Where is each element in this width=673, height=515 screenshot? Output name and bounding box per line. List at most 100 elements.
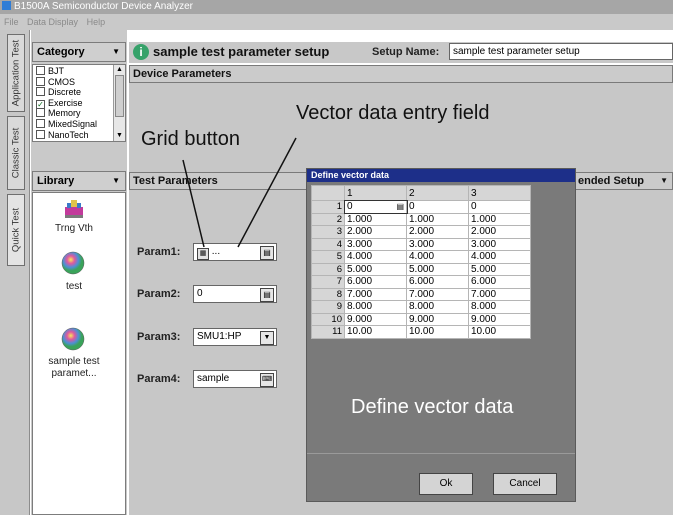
column-header[interactable]: 2 <box>406 185 469 201</box>
grid-row: 1 0 ▤ 0 0 <box>311 199 531 214</box>
grid-cell[interactable]: 2.000 <box>406 225 469 239</box>
row-number: 11 <box>311 325 345 339</box>
grid-cell[interactable]: 3.000 <box>468 237 531 251</box>
define-vector-dialog: Define vector data 1 2 3 1 0 ▤ 0 0 2 1.000 1.00… <box>306 168 576 502</box>
grid-row: 5 4.000 4.000 4.000 <box>311 250 531 264</box>
grid-cell[interactable]: 10.00 <box>406 325 469 339</box>
grid-cell-value: 5.000 <box>471 263 497 275</box>
grid-cell-value: 9.000 <box>409 313 435 325</box>
grid-cell-value: 8.000 <box>409 301 435 313</box>
grid-cell[interactable]: 9.000 <box>468 312 531 326</box>
row-number: 4 <box>311 237 345 251</box>
grid-cell[interactable]: 6.000 <box>406 275 469 289</box>
row-number: 7 <box>311 275 345 289</box>
row-number: 2 <box>311 212 345 226</box>
calculator-icon[interactable]: ▤ <box>396 201 404 212</box>
grid-cell-value: 4.000 <box>347 251 373 263</box>
grid-cell[interactable]: 5.000 <box>344 262 407 276</box>
grid-cell[interactable]: 1.000 <box>406 212 469 226</box>
row-number: 9 <box>311 300 345 314</box>
row-number: 5 <box>311 250 345 264</box>
grid-cell[interactable]: 5.000 <box>468 262 531 276</box>
grid-cell[interactable]: 2.000 <box>468 225 531 239</box>
grid-cell-value: 5.000 <box>347 263 373 275</box>
grid-cell[interactable]: 10.00 <box>344 325 407 339</box>
grid-cell-value: 7.000 <box>471 288 497 300</box>
dialog-title-bar: Define vector data <box>307 169 575 182</box>
grid-cell[interactable]: 1.000 <box>468 212 531 226</box>
grid-cell-value: 4.000 <box>471 251 497 263</box>
row-number: 8 <box>311 287 345 301</box>
grid-cell[interactable]: 0 ▤ <box>343 199 408 214</box>
grid-cell[interactable]: 3.000 <box>406 237 469 251</box>
grid-cell-value: 3.000 <box>409 238 435 250</box>
grid-cell-value: 1.000 <box>409 213 435 225</box>
grid-cell-value: 0 <box>347 201 353 213</box>
grid-cell-value: 5.000 <box>409 263 435 275</box>
grid-cell[interactable]: 4.000 <box>406 250 469 264</box>
row-number: 10 <box>311 312 345 326</box>
grid-cell[interactable]: 10.00 <box>468 325 531 339</box>
grid-row: 6 5.000 5.000 5.000 <box>311 262 531 276</box>
grid-cell-value: 10.00 <box>471 326 497 338</box>
grid-cell-value: 6.000 <box>471 276 497 288</box>
row-number: 3 <box>311 225 345 239</box>
grid-cell[interactable]: 2.000 <box>344 225 407 239</box>
grid-cell-value: 8.000 <box>471 301 497 313</box>
grid-cell-value: 4.000 <box>409 251 435 263</box>
grid-cell-value: 2.000 <box>409 226 435 238</box>
callout-define-vector-data: Define vector data <box>351 396 514 418</box>
grid-cell[interactable]: 8.000 <box>406 300 469 314</box>
grid-cell-value: 0 <box>471 201 477 213</box>
grid-cell-value: 9.000 <box>347 313 373 325</box>
grid-cell[interactable]: 0 <box>468 200 531 214</box>
grid-cell[interactable]: 7.000 <box>344 287 407 301</box>
grid-row: 7 6.000 6.000 6.000 <box>311 275 531 289</box>
grid-cell[interactable]: 4.000 <box>468 250 531 264</box>
grid-cell[interactable]: 1.000 <box>344 212 407 226</box>
grid-cell-value: 6.000 <box>347 276 373 288</box>
grid-cell-value: 2.000 <box>347 226 373 238</box>
grid-cell-value: 10.00 <box>409 326 435 338</box>
cancel-button[interactable]: Cancel <box>493 473 557 495</box>
grid-cell-value: 9.000 <box>471 313 497 325</box>
grid-cell-value: 6.000 <box>409 276 435 288</box>
grid-cell[interactable]: 8.000 <box>344 300 407 314</box>
row-number: 6 <box>311 262 345 276</box>
grid-cell[interactable]: 9.000 <box>344 312 407 326</box>
grid-row: 2 1.000 1.000 1.000 <box>311 212 531 226</box>
grid-row: 8 7.000 7.000 7.000 <box>311 287 531 301</box>
grid-row: 11 10.00 10.00 10.00 <box>311 325 531 339</box>
column-header[interactable]: 1 <box>344 185 407 201</box>
grid-cell[interactable]: 7.000 <box>468 287 531 301</box>
grid-cell-value: 0 <box>409 201 415 213</box>
grid-cell-value: 8.000 <box>347 301 373 313</box>
grid-row: 9 8.000 8.000 8.000 <box>311 300 531 314</box>
row-number: 1 <box>311 200 345 214</box>
dialog-divider <box>307 453 575 454</box>
grid-cell[interactable]: 4.000 <box>344 250 407 264</box>
grid-row: 10 9.000 9.000 9.000 <box>311 312 531 326</box>
grid-column-header-row: 1 2 3 <box>311 185 531 201</box>
grid-cell-value: 7.000 <box>347 288 373 300</box>
grid-cell[interactable]: 3.000 <box>344 237 407 251</box>
column-header[interactable]: 3 <box>468 185 531 201</box>
grid-cell-value: 3.000 <box>471 238 497 250</box>
ok-button[interactable]: Ok <box>419 473 473 495</box>
grid-cell-value: 10.00 <box>347 326 373 338</box>
grid-row: 3 2.000 2.000 2.000 <box>311 225 531 239</box>
grid-cell-value: 2.000 <box>471 226 497 238</box>
grid-corner <box>311 185 345 201</box>
vector-data-grid[interactable]: 1 2 3 1 0 ▤ 0 0 2 1.000 1.000 1.000 3 2.000 2.000 2.… <box>311 185 531 339</box>
grid-cell[interactable]: 0 <box>406 200 469 214</box>
grid-cell-value: 3.000 <box>347 238 373 250</box>
grid-cell[interactable]: 8.000 <box>468 300 531 314</box>
grid-cell[interactable]: 5.000 <box>406 262 469 276</box>
grid-cell[interactable]: 6.000 <box>468 275 531 289</box>
grid-cell[interactable]: 6.000 <box>344 275 407 289</box>
grid-cell[interactable]: 7.000 <box>406 287 469 301</box>
grid-cell[interactable]: 9.000 <box>406 312 469 326</box>
grid-cell-value: 1.000 <box>347 213 373 225</box>
grid-cell-value: 1.000 <box>471 213 497 225</box>
grid-cell-value: 7.000 <box>409 288 435 300</box>
